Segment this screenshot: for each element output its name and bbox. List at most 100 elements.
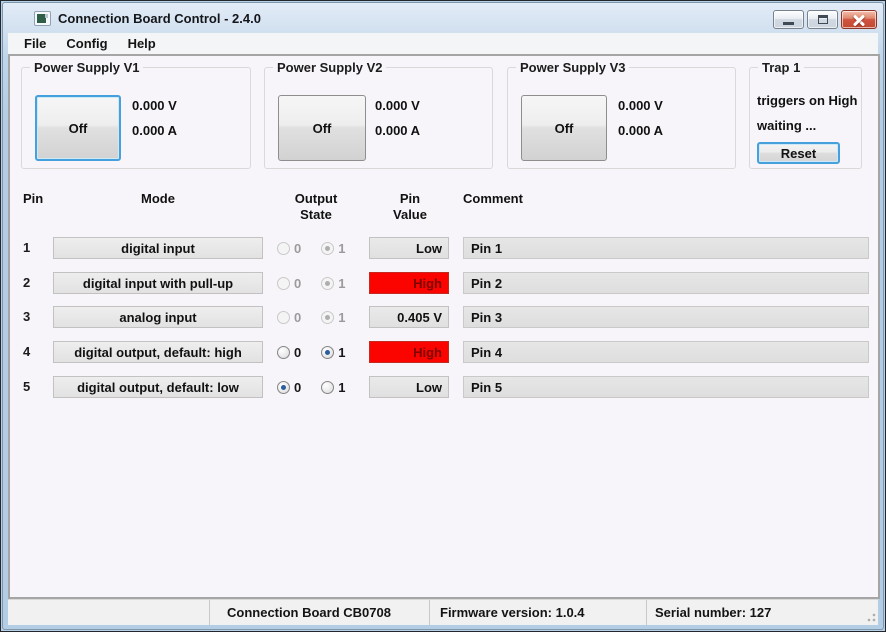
output-state-0-radio: 0 xyxy=(277,310,301,325)
output-state-1-radio: 1 xyxy=(321,276,345,291)
status-panel-serial: Serial number: 127 xyxy=(646,600,878,625)
v3-current: 0.000 A xyxy=(618,123,663,138)
header-comment: Comment xyxy=(463,191,523,206)
v2-current: 0.000 A xyxy=(375,123,420,138)
pin-number: 4 xyxy=(23,341,45,363)
title-bar: Connection Board Control - 2.4.0 xyxy=(3,3,883,33)
radio-circle-icon xyxy=(277,346,290,359)
radio-label: 1 xyxy=(338,241,345,256)
group-label: Trap 1 xyxy=(758,60,804,75)
output-state-1-radio[interactable]: 1 xyxy=(321,380,345,395)
mode-field[interactable]: digital output, default: high xyxy=(53,341,263,363)
output-state-1-radio: 1 xyxy=(321,310,345,325)
menu-item-config[interactable]: Config xyxy=(56,34,117,53)
trap-status-text: waiting ... xyxy=(757,118,816,133)
radio-circle-icon xyxy=(277,277,290,290)
comment-field[interactable]: Pin 3 xyxy=(463,306,869,328)
close-button[interactable] xyxy=(841,10,877,29)
resize-grip-icon[interactable] xyxy=(864,610,876,622)
power-supply-v1-off-button[interactable]: Off xyxy=(35,95,121,161)
radio-label: 0 xyxy=(294,241,301,256)
output-state-0-radio: 0 xyxy=(277,276,301,291)
radio-label: 0 xyxy=(294,276,301,291)
menu-item-file[interactable]: File xyxy=(14,34,56,53)
v2-voltage: 0.000 V xyxy=(375,98,420,113)
radio-label: 1 xyxy=(338,380,345,395)
status-panel-empty xyxy=(8,600,209,625)
window-title: Connection Board Control - 2.4.0 xyxy=(58,11,261,26)
minimize-icon xyxy=(783,22,794,25)
comment-field[interactable]: Pin 4 xyxy=(463,341,869,363)
status-bar: Connection Board CB0708 Firmware version… xyxy=(8,599,878,625)
v1-current: 0.000 A xyxy=(132,123,177,138)
content-panel: Power Supply V1 Off 0.000 V 0.000 A Powe… xyxy=(8,54,880,599)
pin-number: 1 xyxy=(23,237,45,259)
pin-value-field: Low xyxy=(369,237,449,259)
radio-circle-icon xyxy=(277,381,290,394)
output-state-radios: 0 1 xyxy=(277,376,365,398)
v1-voltage: 0.000 V xyxy=(132,98,177,113)
pin-value-field: 0.405 V xyxy=(369,306,449,328)
radio-circle-icon xyxy=(321,311,334,324)
power-supply-v2-off-button[interactable]: Off xyxy=(278,95,366,161)
comment-field[interactable]: Pin 5 xyxy=(463,376,869,398)
pin-value-field: High xyxy=(369,272,449,294)
power-supply-v1-group: Power Supply V1 Off 0.000 V 0.000 A xyxy=(21,67,251,169)
header-pin-value-1: Pin xyxy=(360,191,460,206)
mode-field[interactable]: digital input xyxy=(53,237,263,259)
serial-text: Serial number: 127 xyxy=(655,605,771,620)
status-panel-firmware: Firmware version: 1.0.4 xyxy=(429,600,646,625)
comment-field[interactable]: Pin 2 xyxy=(463,272,869,294)
trap-trigger-text: triggers on High xyxy=(757,93,857,108)
radio-circle-icon xyxy=(321,277,334,290)
output-state-1-radio: 1 xyxy=(321,241,345,256)
app-icon[interactable] xyxy=(34,11,51,26)
mode-field[interactable]: digital input with pull-up xyxy=(53,272,263,294)
menu-item-help[interactable]: Help xyxy=(118,34,166,53)
header-output-state-1: Output xyxy=(266,191,366,206)
pin-number: 5 xyxy=(23,376,45,398)
radio-circle-icon xyxy=(277,311,290,324)
header-pin: Pin xyxy=(23,191,43,206)
v3-voltage: 0.000 V xyxy=(618,98,663,113)
power-supply-v2-group: Power Supply V2 Off 0.000 V 0.000 A xyxy=(264,67,493,169)
status-panel-board: Connection Board CB0708 xyxy=(209,600,429,625)
power-supply-v3-off-button[interactable]: Off xyxy=(521,95,607,161)
group-label: Power Supply V1 xyxy=(30,60,143,75)
group-label: Power Supply V2 xyxy=(273,60,386,75)
radio-label: 1 xyxy=(338,276,345,291)
app-window: Connection Board Control - 2.4.0 File Co… xyxy=(0,0,886,632)
pin-number: 3 xyxy=(23,306,45,328)
header-pin-value-2: Value xyxy=(360,207,460,222)
maximize-button[interactable] xyxy=(807,10,838,29)
radio-label: 1 xyxy=(338,345,345,360)
output-state-radios: 0 1 xyxy=(277,306,365,328)
mode-field[interactable]: analog input xyxy=(53,306,263,328)
group-label: Power Supply V3 xyxy=(516,60,629,75)
header-output-state-2: State xyxy=(266,207,366,222)
radio-label: 0 xyxy=(294,345,301,360)
output-state-1-radio[interactable]: 1 xyxy=(321,345,345,360)
radio-label: 0 xyxy=(294,380,301,395)
output-state-radios: 0 1 xyxy=(277,237,365,259)
radio-circle-icon xyxy=(277,242,290,255)
output-state-0-radio[interactable]: 0 xyxy=(277,345,301,360)
output-state-radios: 0 1 xyxy=(277,341,365,363)
comment-field[interactable]: Pin 1 xyxy=(463,237,869,259)
pin-value-field: High xyxy=(369,341,449,363)
output-state-radios: 0 1 xyxy=(277,272,365,294)
pin-number: 2 xyxy=(23,272,45,294)
power-supply-v3-group: Power Supply V3 Off 0.000 V 0.000 A xyxy=(507,67,736,169)
radio-circle-icon xyxy=(321,381,334,394)
mode-field[interactable]: digital output, default: low xyxy=(53,376,263,398)
minimize-button[interactable] xyxy=(773,10,804,29)
radio-label: 0 xyxy=(294,310,301,325)
menu-bar: File Config Help xyxy=(8,33,878,54)
output-state-0-radio[interactable]: 0 xyxy=(277,380,301,395)
trap-reset-button[interactable]: Reset xyxy=(757,142,840,164)
trap-group: Trap 1 triggers on High waiting ... Rese… xyxy=(749,67,862,169)
radio-circle-icon xyxy=(321,346,334,359)
pin-value-field: Low xyxy=(369,376,449,398)
output-state-0-radio: 0 xyxy=(277,241,301,256)
close-icon xyxy=(853,15,865,25)
